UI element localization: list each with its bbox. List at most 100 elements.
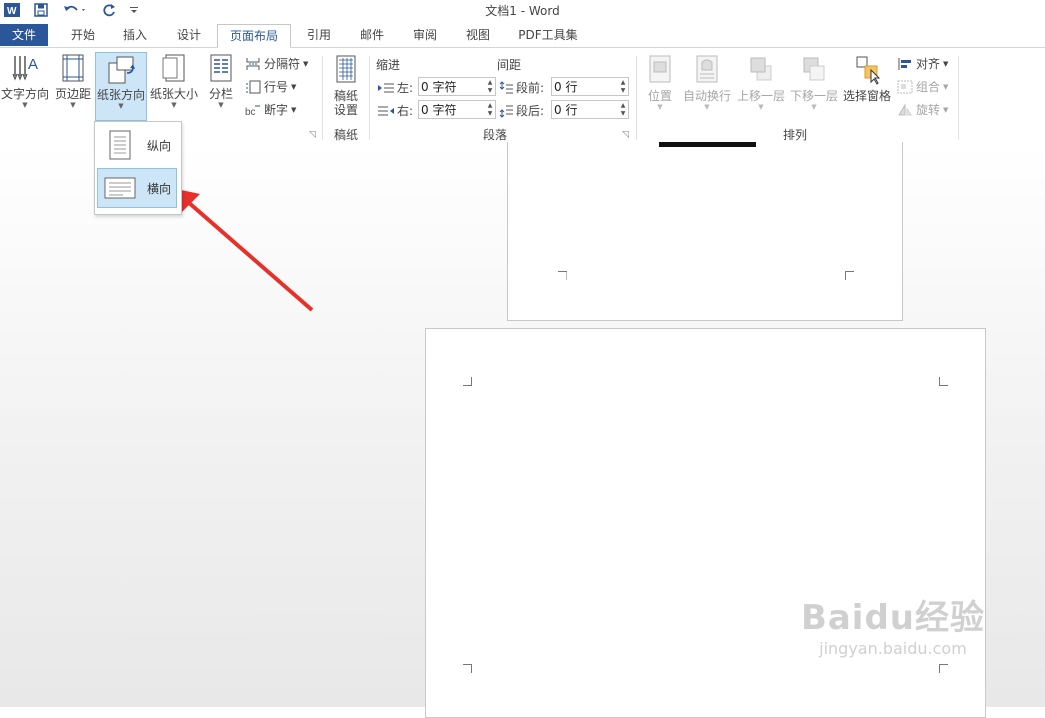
page-top-bar [659, 142, 756, 147]
bring-forward-label: 上移一层 [736, 89, 785, 103]
landscape-page-icon [104, 177, 136, 199]
crop-mark [845, 271, 854, 280]
margins-button[interactable]: 页边距 ▼ [52, 52, 94, 118]
page[interactable] [425, 328, 986, 718]
spacing-after-label-row: 段后: [499, 102, 544, 119]
manuscript-settings-button[interactable]: 稿纸 设置 [328, 54, 364, 120]
send-backward-button[interactable]: 下移一层 ▼ [788, 54, 840, 120]
spinner-icon[interactable]: ▲ ▼ [485, 78, 495, 95]
position-icon [649, 55, 671, 83]
title-bar: W 文档1 - Word [0, 0, 1045, 22]
manuscript-group-label: 稿纸 [333, 128, 358, 142]
orientation-label: 纸张方向 [96, 88, 145, 102]
bring-forward-button[interactable]: 上移一层 ▼ [735, 54, 787, 120]
breaks-button[interactable]: 分隔符 ▼ [245, 55, 308, 72]
tab-references[interactable]: 引用 [296, 24, 342, 46]
tab-design[interactable]: 设计 [166, 24, 212, 46]
align-button[interactable]: 对齐 ▼ [897, 55, 948, 72]
crop-mark [939, 664, 948, 673]
orientation-button[interactable]: 纸张方向 ▼ [95, 52, 147, 121]
group-separator [322, 56, 323, 140]
wrap-text-label: 自动换行 [682, 89, 731, 103]
svg-text:bc: bc [245, 107, 256, 117]
spacing-after-input[interactable]: 0 行 ▲ ▼ [551, 100, 629, 119]
text-direction-button[interactable]: A 文字方向 ▼ [0, 52, 50, 118]
spacing-after-label: 段后: [516, 104, 545, 118]
tab-view[interactable]: 视图 [455, 24, 501, 46]
tab-home[interactable]: 开始 [58, 24, 108, 46]
breaks-icon [246, 57, 260, 70]
hyphenation-icon: bc [245, 105, 260, 117]
indent-left-input[interactable]: 0 字符 ▲ ▼ [418, 77, 496, 96]
rotate-label: 旋转 [916, 103, 941, 117]
margins-icon [62, 54, 84, 82]
selection-pane-button[interactable]: 选择窗格 [841, 54, 893, 114]
indent-left-label-row: 左: [378, 79, 413, 96]
position-button[interactable]: 位置 ▼ [642, 54, 678, 120]
spinner-icon[interactable]: ▲ ▼ [618, 101, 628, 118]
indent-left-icon [378, 83, 394, 92]
tab-insert[interactable]: 插入 [112, 24, 158, 46]
watermark-url: jingyan.baidu.com [819, 639, 967, 658]
watermark: Baidu经验 jingyan.baidu.com [801, 590, 985, 658]
window-title: 文档1 - Word [485, 4, 560, 18]
paper-size-icon [162, 54, 185, 82]
position-label: 位置 [647, 89, 672, 103]
align-icon [898, 57, 911, 70]
page[interactable] [507, 142, 903, 321]
portrait-label: 纵向 [147, 138, 172, 153]
send-backward-icon [803, 57, 825, 81]
hyphenation-label: 断字 [264, 103, 289, 117]
columns-button[interactable]: 分栏 ▼ [203, 52, 239, 118]
tab-page-layout[interactable]: 页面布局 [217, 24, 291, 48]
indent-left-label: 左: [397, 81, 414, 95]
svg-text:A: A [28, 56, 38, 73]
spacing-before-icon [499, 80, 513, 93]
line-numbers-button[interactable]: 行号 ▼ [245, 78, 296, 95]
tab-mailings[interactable]: 邮件 [349, 24, 395, 46]
selection-pane-icon [856, 56, 881, 85]
paragraph-launcher-icon[interactable]: ◹ [622, 130, 629, 140]
columns-label: 分栏 [208, 87, 233, 101]
rotate-button[interactable]: 旋转 ▼ [897, 101, 948, 118]
menu-item-portrait[interactable]: 纵向 [97, 125, 177, 165]
page-setup-launcher-icon[interactable]: ◹ [309, 130, 316, 140]
chevron-down-icon: ▼ [758, 103, 764, 111]
margins-label: 页边距 [54, 87, 91, 101]
line-numbers-label: 行号 [264, 80, 289, 94]
paragraph-group-label: 段落 [482, 128, 507, 142]
watermark-brand: Baidu经验 [800, 598, 985, 638]
tab-file[interactable]: 文件 [0, 24, 48, 46]
send-backward-label: 下移一层 [789, 89, 838, 103]
portrait-page-icon [109, 130, 131, 160]
chevron-down-icon: ▼ [657, 103, 663, 111]
indent-header: 缩进 [376, 58, 401, 72]
wrap-text-button[interactable]: 自动换行 ▼ [680, 54, 734, 120]
indent-right-icon [378, 106, 394, 115]
crop-mark [558, 271, 567, 280]
indent-right-input[interactable]: 0 字符 ▲ ▼ [418, 100, 496, 119]
bring-forward-icon [750, 57, 772, 81]
group-button[interactable]: 组合 ▼ [897, 78, 948, 95]
spacing-before-input[interactable]: 0 行 ▲ ▼ [551, 77, 629, 96]
spacing-before-label: 段前: [516, 81, 545, 95]
tab-pdf-tools[interactable]: PDF工具集 [512, 24, 584, 46]
text-direction-icon: A [12, 56, 38, 81]
menu-item-landscape[interactable]: 横向 [97, 168, 177, 208]
chevron-down-icon: ▼ [171, 101, 177, 109]
rotate-icon [898, 102, 912, 115]
size-button[interactable]: 纸张大小 ▼ [148, 52, 200, 118]
spacing-header: 间距 [497, 58, 522, 72]
chevron-down-icon: ▼ [118, 102, 124, 110]
spinner-icon[interactable]: ▲ ▼ [618, 78, 628, 95]
spinner-icon[interactable]: ▲ ▼ [485, 101, 495, 118]
crop-mark [463, 664, 472, 673]
crop-mark [939, 377, 948, 386]
manuscript-icon [336, 55, 356, 83]
tab-review[interactable]: 审阅 [402, 24, 448, 46]
crop-mark [463, 377, 472, 386]
hyphenation-button[interactable]: bc 断字 ▼ [245, 101, 296, 118]
chevron-down-icon: ▼ [704, 103, 710, 111]
landscape-label: 横向 [147, 181, 172, 196]
selection-pane-label: 选择窗格 [842, 89, 891, 103]
